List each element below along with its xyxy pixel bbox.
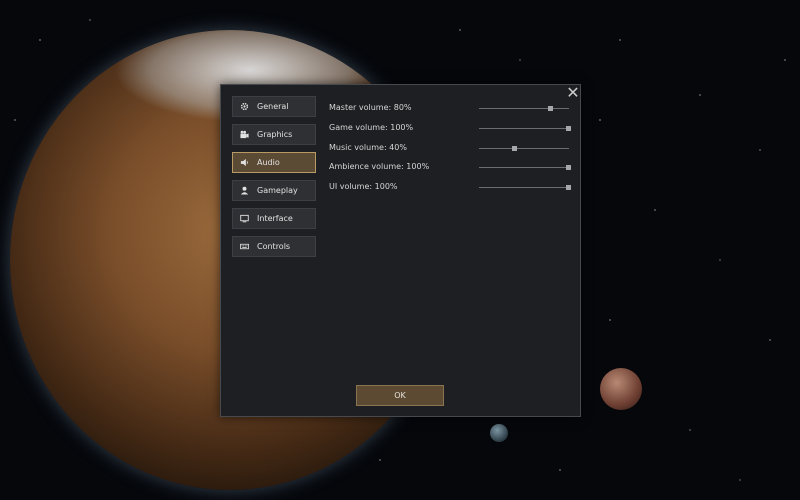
monitor-icon [239,214,249,224]
slider-track [479,187,569,188]
master-volume-slider[interactable] [479,105,569,113]
red-moon-image [600,368,642,410]
tab-interface[interactable]: Interface [232,208,316,229]
camera-icon [239,130,249,140]
tab-controls[interactable]: Controls [232,236,316,257]
keyboard-icon [239,242,249,252]
tab-gameplay[interactable]: Gameplay [232,180,316,201]
tab-audio[interactable]: Audio [232,152,316,173]
game-volume-label: Game volume: 100% [329,123,414,132]
tab-label: Interface [257,214,293,223]
slider-thumb[interactable] [512,146,517,151]
ok-button[interactable]: OK [356,385,444,406]
ambience-volume-slider[interactable] [479,164,571,172]
tab-label: General [257,102,289,111]
tab-label: Audio [257,158,280,167]
gear-icon [239,102,249,112]
slider-track [479,148,569,149]
tab-general[interactable]: General [232,96,316,117]
speaker-icon [239,158,249,168]
slider-thumb[interactable] [566,165,571,170]
small-moon-image [490,424,508,442]
ambience-volume-label: Ambience volume: 100% [329,162,430,171]
ui-volume-slider[interactable] [479,184,571,192]
slider-track [479,167,569,168]
slider-track [479,108,569,109]
person-icon [239,186,249,196]
music-volume-label: Music volume: 40% [329,143,407,152]
options-dialog: ✕ General Graphics Audio Gameplay Interf… [220,84,581,417]
ui-volume-label: UI volume: 100% [329,182,398,191]
tab-label: Gameplay [257,186,298,195]
tab-label: Graphics [257,130,293,139]
slider-track [479,128,569,129]
music-volume-slider[interactable] [479,145,569,153]
slider-thumb[interactable] [548,106,553,111]
tab-label: Controls [257,242,291,251]
master-volume-label: Master volume: 80% [329,103,412,112]
close-button[interactable]: ✕ [566,85,580,101]
slider-thumb[interactable] [566,126,571,131]
game-volume-slider[interactable] [479,125,571,133]
slider-thumb[interactable] [566,185,571,190]
tab-graphics[interactable]: Graphics [232,124,316,145]
